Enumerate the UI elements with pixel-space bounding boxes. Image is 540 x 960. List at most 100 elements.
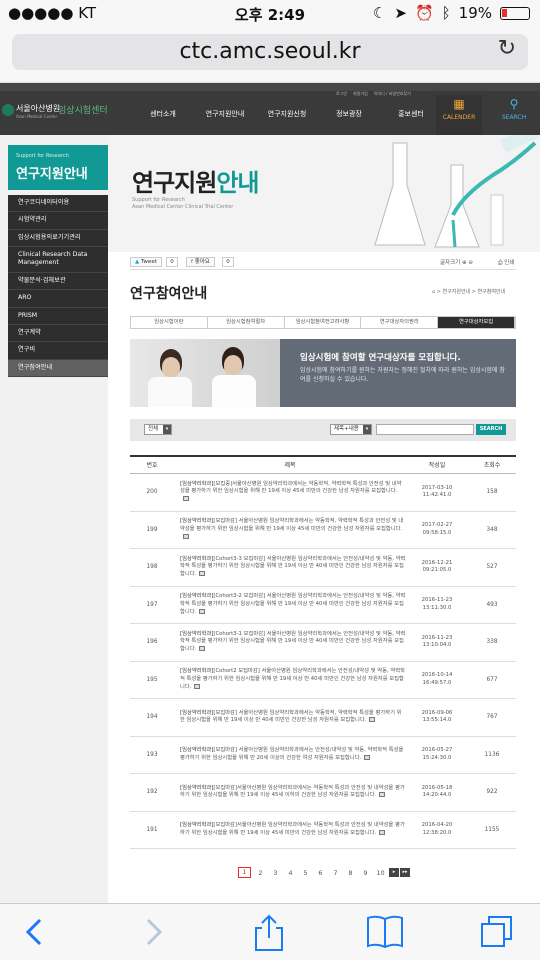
- post-number: 195: [146, 676, 158, 683]
- table-row[interactable]: 193 [임상약리학과][모집마감] 서울아산병원 임상약리학과에서는 안전성/내…: [130, 737, 516, 774]
- post-date: 2017-02-27 09:58:15.0: [421, 522, 453, 536]
- attachment-icon: [199, 646, 206, 651]
- search-submit-button[interactable]: SEARCH: [476, 424, 506, 435]
- chevron-down-icon: ▾: [163, 425, 171, 434]
- like-count: 0: [222, 257, 234, 267]
- post-title[interactable]: [임상약리학과][Cohort3-1 모집마감] 서울아산병원 임상약리학과에서…: [174, 631, 406, 654]
- post-date: 2016-12-21 09:21:05.0: [421, 559, 453, 574]
- tweet-button[interactable]: ▲ Tweet: [130, 257, 162, 267]
- menu-item[interactable]: 연구지원신청: [256, 109, 318, 119]
- table-row[interactable]: 194 [임상약리학과][모집마감] 서울아산병원 임상약리학과에서는 약동학적,…: [130, 699, 516, 737]
- table-header: 번호 제목 작성일 조회수: [130, 457, 516, 474]
- site-logo[interactable]: 서울아산병원 임상시험센터 Asan Medical Center: [0, 101, 112, 131]
- sidebar-item[interactable]: Clinical Research Data Management: [8, 247, 108, 273]
- menu-item[interactable]: 연구지원안내: [194, 109, 256, 119]
- tab[interactable]: 연구대상자의권리: [361, 317, 439, 328]
- post-title[interactable]: [임상약리학과][Cohort2 모집마감] 서울아산병원 임상약리학과에서는 …: [174, 668, 406, 691]
- url-field[interactable]: ctc.amc.seoul.kr: [12, 34, 528, 70]
- home-icon[interactable]: ⌂: [432, 289, 435, 295]
- view-count: 527: [486, 564, 498, 571]
- table-row[interactable]: 199 [임상약리학과][모집마감] 서울아산병원 임상약리학과에서는 약동학적,…: [130, 512, 516, 549]
- status-bar: ●●●●● KT 오후 2:49 ☾ ➤ ⏰ ᛒ 19%: [0, 0, 540, 28]
- sidebar-item[interactable]: 연구코디네이터이용: [8, 195, 108, 213]
- sidebar-item[interactable]: 약물분석·검체보관: [8, 272, 108, 291]
- login-link[interactable]: 로그인: [336, 91, 347, 97]
- bookmarks-icon[interactable]: [366, 914, 404, 950]
- attachment-icon: [379, 829, 386, 835]
- table-row[interactable]: 197 [임상약리학과][Cohort3-2 모집마감] 서울아산병원 임상약리학…: [130, 587, 516, 624]
- menu-item[interactable]: 홍보센터: [380, 109, 442, 119]
- post-number: 192: [146, 789, 158, 796]
- sidebar-item-active[interactable]: 연구참여안내: [8, 359, 108, 377]
- page-link[interactable]: 6: [313, 869, 328, 877]
- attachment-icon: [379, 792, 386, 798]
- reload-icon[interactable]: ↻: [498, 36, 516, 61]
- page-current[interactable]: 1: [238, 867, 251, 878]
- find-id-link[interactable]: 아이디 / 비밀번호찾기: [374, 91, 411, 97]
- table-row[interactable]: 198 [임상약리학과][Cohort3-3 모집마감] 서울아산병원 임상약리학…: [130, 549, 516, 587]
- table-row[interactable]: 200 [임상약리학과][모집중]서울아산병원 임상약리학과에서는 약동학적, 약…: [130, 474, 516, 512]
- browser-toolbar: [0, 903, 540, 960]
- page-link[interactable]: 10: [373, 869, 388, 877]
- post-title[interactable]: [임상약리학과][모집마감]서울아산병원 임상약리학과에서는 약동학적 특성과 …: [174, 785, 406, 800]
- table-row[interactable]: 192 [임상약리학과][모집마감]서울아산병원 임상약리학과에서는 약동학적 특…: [130, 774, 516, 812]
- tab-active[interactable]: 연구대상자모집: [438, 317, 515, 328]
- attachment-icon: [199, 608, 206, 614]
- tabs-icon[interactable]: [480, 914, 514, 950]
- post-title[interactable]: [임상약리학과][모집마감] 서울아산병원 임상약리학과에서는 약동학적, 약력…: [174, 518, 406, 541]
- sidebar-item[interactable]: 연구비: [8, 342, 108, 360]
- calendar-button[interactable]: ▦ CALENDER: [436, 95, 482, 135]
- print-button[interactable]: ⎙ 인쇄: [498, 258, 514, 267]
- menu-item[interactable]: 센터소개: [132, 109, 194, 119]
- post-title[interactable]: [임상약리학과][모집마감] 서울아산병원 임상약리학과에서는 안전성/내약성 …: [174, 747, 406, 762]
- post-number: 200: [146, 489, 158, 496]
- page-link[interactable]: 2: [253, 869, 268, 877]
- page-link[interactable]: 8: [343, 869, 358, 877]
- banner-title: 임상시험에 참여할 연구대상자를 모집합니다.: [300, 353, 461, 363]
- tab[interactable]: 임상시험참여절차: [207, 317, 285, 328]
- sidebar-item[interactable]: 시험약관리: [8, 212, 108, 230]
- tab[interactable]: 임상시험참여전고려사항: [284, 317, 362, 328]
- table-row[interactable]: 191 [임상약리학과][모집마감]서울아산병원 임상약리학과에서는 약동학적 특…: [130, 812, 516, 849]
- tab[interactable]: 임상시험이란: [131, 317, 208, 328]
- post-date: 2016-05-27 15:24:30.0: [421, 747, 453, 761]
- table-row[interactable]: 196 [임상약리학과][Cohort3-1 모집마감] 서울아산병원 임상약리학…: [130, 624, 516, 662]
- attachment-icon: [194, 683, 201, 689]
- post-title[interactable]: [임상약리학과][Cohort3-3 모집마감] 서울아산병원 임상약리학과에서…: [174, 556, 406, 579]
- page-link[interactable]: 9: [358, 869, 373, 877]
- back-icon[interactable]: [24, 914, 44, 950]
- tweet-count: 0: [166, 257, 178, 267]
- facebook-like-button[interactable]: f 좋아요: [186, 257, 215, 267]
- view-count: 1136: [484, 751, 500, 758]
- moon-icon: ☾: [372, 4, 387, 22]
- last-page-button[interactable]: ▸▸: [400, 868, 410, 877]
- post-title[interactable]: [임상약리학과][모집마감] 서울아산병원 임상약리학과에서는 약동학적, 약력…: [174, 710, 406, 725]
- sidebar-item[interactable]: 연구계약: [8, 324, 108, 343]
- page-link[interactable]: 7: [328, 869, 343, 877]
- search-button[interactable]: ⚲ SEARCH: [488, 95, 540, 135]
- join-link[interactable]: 회원가입: [353, 91, 368, 97]
- post-title[interactable]: [임상약리학과][모집마감]서울아산병원 임상약리학과에서는 약동학적 특성과 …: [174, 822, 406, 837]
- view-count: 158: [486, 489, 498, 496]
- table-body: 200 [임상약리학과][모집중]서울아산병원 임상약리학과에서는 약동학적, 약…: [130, 474, 516, 849]
- post-number: 196: [146, 639, 158, 646]
- field-select[interactable]: 제목+내용 ▾: [330, 424, 372, 435]
- main-menu: 센터소개 연구지원안내 연구지원신청 정보광장 홍보센터: [132, 109, 442, 119]
- page-link[interactable]: 4: [283, 869, 298, 877]
- category-select[interactable]: 전체 ▾: [144, 424, 172, 435]
- next-page-button[interactable]: ▸: [389, 868, 399, 877]
- page-link[interactable]: 3: [268, 869, 283, 877]
- post-title[interactable]: [임상약리학과][Cohort3-2 모집마감] 서울아산병원 임상약리학과에서…: [174, 593, 406, 616]
- sidebar-item[interactable]: 임상시험용의료기기관리: [8, 229, 108, 248]
- share-icon[interactable]: [254, 914, 284, 952]
- page-link[interactable]: 5: [298, 869, 313, 877]
- search-input[interactable]: [376, 424, 474, 435]
- post-title[interactable]: [임상약리학과][모집중]서울아산병원 임상약리학과에서는 약동학적, 약력학적…: [174, 481, 406, 504]
- sidebar-item[interactable]: ARO: [8, 290, 108, 308]
- forward-icon[interactable]: [144, 914, 164, 950]
- attachment-icon: [369, 717, 376, 723]
- sidebar-item[interactable]: PRISM: [8, 307, 108, 325]
- font-size-control[interactable]: 글자크기 ⊕ ⊖: [440, 258, 473, 266]
- table-row[interactable]: 195 [임상약리학과][Cohort2 모집마감] 서울아산병원 임상약리학과에…: [130, 662, 516, 699]
- menu-item[interactable]: 정보광장: [318, 109, 380, 119]
